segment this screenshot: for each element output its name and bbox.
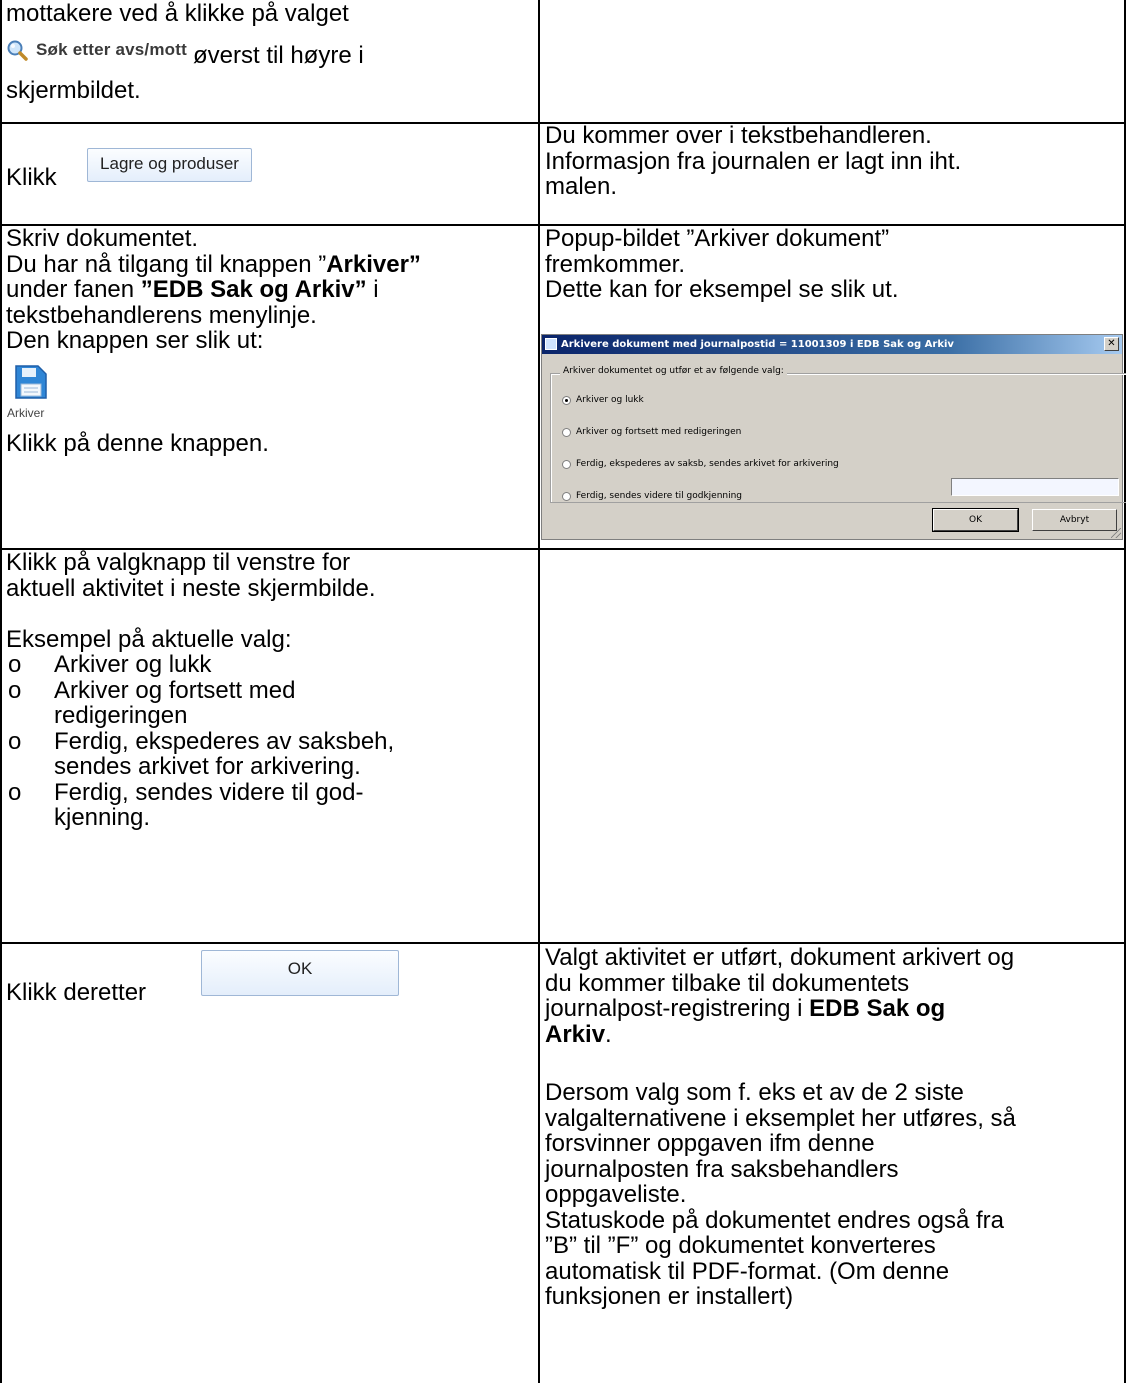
- bullet: o: [8, 651, 22, 678]
- row5-result-line: Arkiv.: [545, 1020, 612, 1048]
- option-done-send-archive[interactable]: Ferdig, ekspederes av saksb, sendes arki…: [562, 459, 839, 469]
- dialog-cancel-button[interactable]: Avbryt: [1032, 509, 1117, 531]
- example-options-list: o Arkiver og lukk o Arkiver og fortsett …: [6, 652, 534, 831]
- row3-instruction: Skriv dokumentet. Du har nå tilgang til …: [6, 226, 534, 456]
- row5-click-label: Klikk deretter: [6, 979, 147, 1006]
- radio[interactable]: [562, 459, 571, 469]
- table-column-divider: [538, 0, 540, 1383]
- row5-result: Valgt aktivitet er utført, dokument arki…: [545, 945, 1125, 1310]
- archive-toolbar-button[interactable]: Arkiver: [6, 354, 66, 426]
- row5-more-line: Statuskode på dokumentet endres også fra: [545, 1206, 1004, 1234]
- row3-result-line: Popup-bildet ”Arkiver dokument”: [545, 225, 890, 252]
- dialog-title: Arkivere dokument med journalpostid = 11…: [561, 339, 954, 350]
- bullet: o: [8, 676, 22, 704]
- magnifier-icon: [7, 40, 28, 61]
- archive-dialog: Arkivere dokument med journalpostid = 11…: [541, 334, 1126, 540]
- row5-more-line: valgalternativene i eksemplet her utføre…: [545, 1104, 1016, 1132]
- row4-spacer: [6, 601, 534, 627]
- row3-line: under fanen ”EDB Sak og Arkiv” i: [6, 276, 379, 303]
- row2-result: Du kommer over i tekstbehandleren. Infor…: [545, 123, 961, 200]
- row5-spacer: [545, 1047, 1125, 1080]
- row3-result-line: Dette kan for eksempel se slik ut.: [545, 276, 899, 303]
- row3-line: Du har nå tilgang til knappen ”Arkiver”: [6, 250, 421, 278]
- row1-line1: mottakere ved å klikke på valget: [6, 0, 349, 27]
- list-item: o Ferdig, ekspederes av saksbeh, sendes …: [8, 727, 395, 780]
- row1-instruction: mottakere ved å klikke på valget Søk ett…: [6, 1, 531, 103]
- resize-grip-icon[interactable]: [1111, 528, 1121, 538]
- row5-more-line: automatisk til PDF-format. (Om denne: [545, 1257, 950, 1285]
- row2-click-label: Klikk: [6, 164, 57, 191]
- option-archive-continue[interactable]: Arkiver og fortsett med redigeringen: [562, 427, 741, 437]
- dialog-titlebar: Arkivere dokument med journalpostid = 11…: [542, 335, 1122, 354]
- row3-result: Popup-bildet ”Arkiver dokument” fremkomm…: [545, 226, 898, 303]
- row4-instruction: Klikk på valgknapp til venstre for aktue…: [6, 550, 534, 831]
- bullet: o: [8, 778, 22, 806]
- table-border-left: [0, 0, 2, 1383]
- row3-line: tekstbehandlerens menylinje.: [6, 301, 317, 329]
- row3-line: Skriv dokumentet.: [6, 225, 199, 252]
- row2-result-line: malen.: [545, 173, 618, 200]
- row5-result-line: journalpost-registrering i EDB Sak og: [545, 995, 946, 1022]
- option-archive-close[interactable]: Arkiver og lukk: [562, 395, 644, 405]
- ok-button[interactable]: OK: [201, 950, 399, 996]
- row3-result-line: fremkommer.: [545, 250, 686, 278]
- row2-result-line: Du kommer over i tekstbehandleren.: [545, 122, 932, 149]
- row1-line2-tail: øverst til høyre i: [192, 42, 364, 69]
- row5-result-line: Valgt aktivitet er utført, dokument arki…: [545, 944, 1015, 971]
- row1-line3: skjermbildet.: [6, 76, 141, 104]
- app-icon: [545, 338, 557, 350]
- approver-input[interactable]: [951, 478, 1119, 496]
- row5-more-line: journalposten fra saksbehandlers: [545, 1155, 899, 1183]
- row5-more-line: funksjonen er installert): [545, 1283, 794, 1310]
- row3-line: Den knappen ser slik ut:: [6, 327, 264, 354]
- bullet: o: [8, 727, 22, 755]
- row4-line: aktuell aktivitet i neste skjermbilde.: [6, 574, 376, 602]
- save-and-produce-button[interactable]: Lagre og produser: [87, 148, 252, 182]
- radio[interactable]: [562, 491, 571, 501]
- row5-more-line: Dersom valg som f. eks et av de 2 siste: [545, 1079, 964, 1106]
- dialog-ok-button[interactable]: OK: [932, 508, 1019, 532]
- row3-line: Klikk på denne knappen.: [6, 429, 269, 457]
- row2-result-line: Informasjon fra journalen er lagt inn ih…: [545, 147, 962, 175]
- search-link-label: Søk etter avs/mott: [36, 40, 187, 59]
- radio-selected[interactable]: [562, 395, 571, 405]
- row5-result-line: du kommer tilbake til dokumentets: [545, 969, 910, 997]
- row5-more-line: forsvinner oppgaven ifm denne: [545, 1130, 875, 1157]
- document-page: mottakere ved å klikke på valget Søk ett…: [0, 0, 1126, 1383]
- list-item: o Arkiver og fortsett med redigeringen: [8, 676, 296, 729]
- options-group-label: Arkiver dokumentet og utfør et av følgen…: [560, 366, 787, 376]
- radio[interactable]: [562, 427, 571, 437]
- row5-more-line: ”B” til ”F” og dokumentet konverteres: [545, 1232, 936, 1259]
- row4-example-heading: Eksempel på aktuelle valg:: [6, 625, 292, 653]
- floppy-disk-icon: [15, 364, 47, 399]
- archive-icon-caption: Arkiver: [7, 405, 45, 420]
- row5-more-line: oppgaveliste.: [545, 1181, 687, 1208]
- option-done-send-approval[interactable]: Ferdig, sendes videre til godkjenning: [562, 491, 742, 501]
- close-icon[interactable]: ✕: [1104, 337, 1119, 351]
- row4-line: Klikk på valgknapp til venstre for: [6, 549, 351, 576]
- search-sender-recipient-link[interactable]: Søk etter avs/mott: [6, 37, 187, 63]
- list-item: o Arkiver og lukk: [8, 651, 212, 678]
- list-item: o Ferdig, sendes videre til god- kjennin…: [8, 778, 364, 831]
